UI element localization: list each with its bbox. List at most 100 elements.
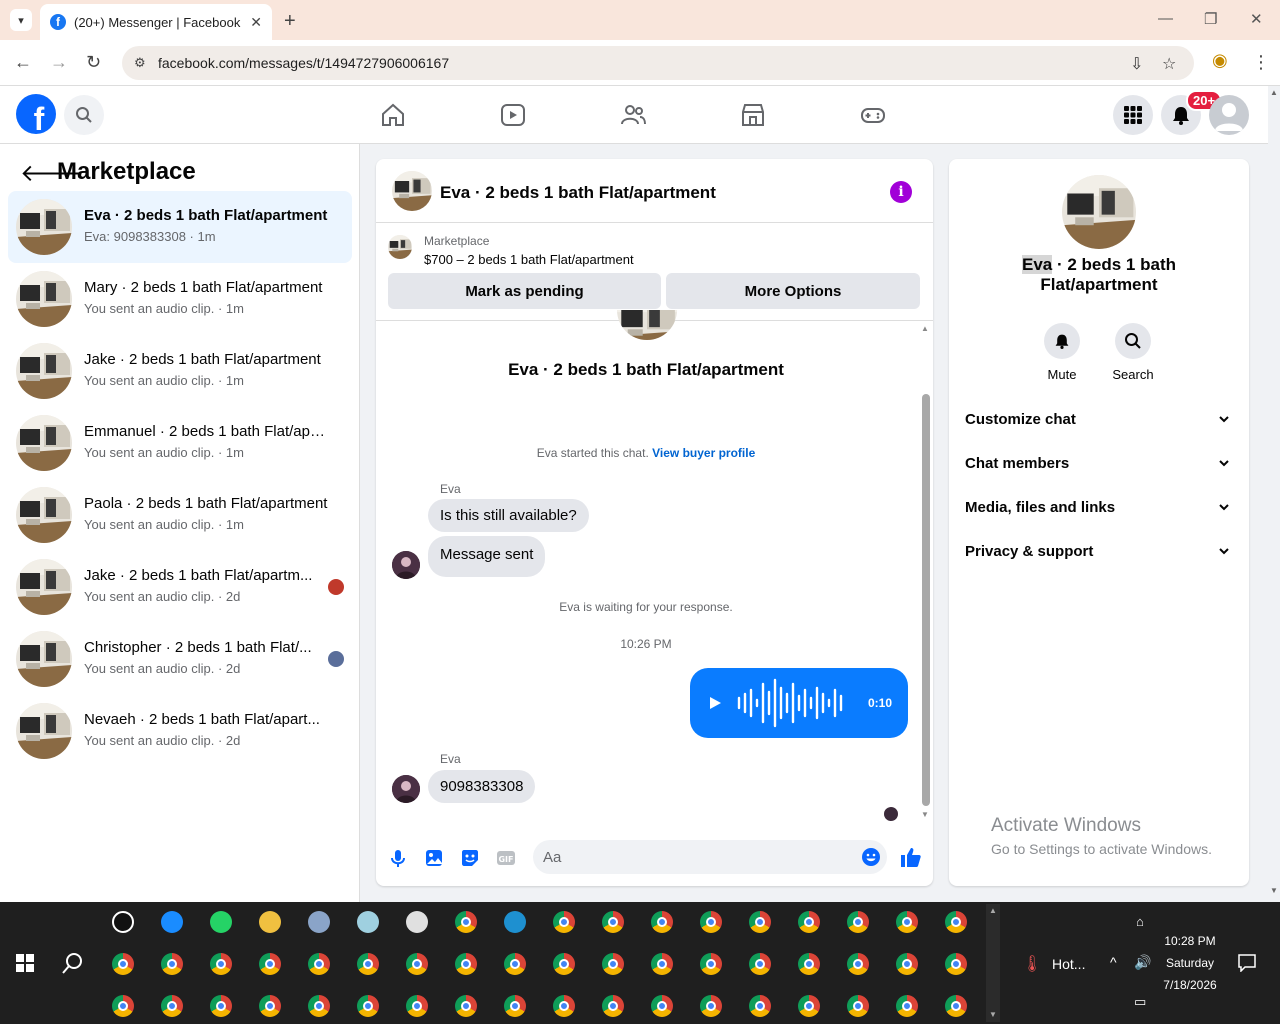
conversation-item[interactable]: Paola · 2 beds 1 bath Flat/apartment You …	[8, 479, 352, 551]
message-bubble[interactable]: Is this still available?	[428, 499, 589, 532]
url-bar[interactable]: ⚙ facebook.com/messages/t/14947279060061…	[122, 46, 1194, 80]
chrome-profile-icon[interactable]	[602, 911, 624, 933]
weather-text[interactable]: Hot...	[1052, 956, 1085, 972]
chrome-profile-icon[interactable]	[651, 911, 673, 933]
gif-icon[interactable]: GIF	[496, 848, 516, 868]
marketplace-icon[interactable]	[740, 102, 766, 128]
show-hidden-icons[interactable]: ^	[1110, 954, 1117, 970]
conversation-item[interactable]: Jake · 2 beds 1 bath Flat/apartment You s…	[8, 335, 352, 407]
conversation-item[interactable]: Jake · 2 beds 1 bath Flat/apartm... You s…	[8, 551, 352, 623]
chrome-profile-icon[interactable]	[406, 995, 428, 1017]
more-options-button[interactable]: More Options	[666, 273, 920, 309]
chrome-profile-icon[interactable]	[602, 953, 624, 975]
info-section-row[interactable]: Customize chat	[965, 411, 1233, 435]
chrome-profile-icon[interactable]	[749, 995, 771, 1017]
message-input[interactable]	[533, 840, 887, 874]
menu-grid-icon[interactable]	[1113, 95, 1153, 135]
chrome-profile-icon[interactable]	[700, 953, 722, 975]
chat-title[interactable]: Eva · 2 beds 1 bath Flat/apartment	[440, 183, 716, 203]
view-buyer-profile-link[interactable]: View buyer profile	[652, 446, 755, 460]
search-icon[interactable]	[62, 952, 84, 974]
close-window-icon[interactable]: ✕	[1250, 10, 1263, 28]
friends-icon[interactable]	[620, 102, 646, 128]
chrome-profile-icon[interactable]	[798, 995, 820, 1017]
eva-avatar[interactable]	[392, 551, 420, 579]
clock-day[interactable]: Saturday	[1156, 956, 1224, 970]
audio-clip-message[interactable]: 0:10	[690, 668, 908, 738]
chrome-profile-icon[interactable]	[357, 995, 379, 1017]
chrome-profile-icon[interactable]	[259, 953, 281, 975]
chrome-profile-icon[interactable]	[112, 995, 134, 1017]
mark-as-pending-button[interactable]: Mark as pending	[388, 273, 661, 309]
listing-small-thumbnail[interactable]	[388, 235, 412, 259]
notification-center-icon[interactable]	[1238, 954, 1256, 972]
forward-icon[interactable]: →	[50, 52, 68, 73]
play-icon[interactable]	[708, 696, 722, 710]
photo-icon[interactable]	[424, 848, 444, 868]
gaming-icon[interactable]	[860, 102, 886, 128]
chrome-profile-icon[interactable]	[945, 911, 967, 933]
listing-thumbnail[interactable]	[392, 171, 432, 211]
facebook-logo-icon[interactable]: f	[16, 94, 56, 134]
clock-time[interactable]: 10:28 PM	[1156, 934, 1224, 948]
paint-icon[interactable]	[406, 911, 428, 933]
conversation-item[interactable]: Mary · 2 beds 1 bath Flat/apartment You s…	[8, 263, 352, 335]
chrome-profile-icon[interactable]	[847, 911, 869, 933]
site-info-icon[interactable]: ⚙	[134, 55, 146, 71]
listing-photo[interactable]	[1062, 175, 1136, 249]
back-icon[interactable]: ←	[14, 52, 32, 73]
taskbar-scrollbar[interactable]: ▲ ▼	[986, 904, 1000, 1022]
conversation-item[interactable]: Nevaeh · 2 beds 1 bath Flat/apart... You …	[8, 695, 352, 767]
video-icon[interactable]	[500, 102, 526, 128]
chrome-profile-icon[interactable]	[700, 911, 722, 933]
eva-avatar[interactable]	[392, 775, 420, 803]
conversation-item[interactable]: Christopher · 2 beds 1 bath Flat/... You …	[8, 623, 352, 695]
chrome-profile-icon[interactable]	[259, 995, 281, 1017]
network-icon[interactable]: ▭	[1134, 994, 1146, 1010]
chrome-profile-icon[interactable]	[210, 995, 232, 1017]
info-icon[interactable]: i	[890, 181, 912, 203]
chrome-profile-icon[interactable]	[553, 953, 575, 975]
reload-icon[interactable]: ↻	[86, 52, 101, 73]
clock-date[interactable]: 7/18/2026	[1156, 978, 1224, 992]
bookmark-star-icon[interactable]: ☆	[1162, 54, 1176, 74]
microphone-icon[interactable]	[388, 848, 408, 868]
search-icon[interactable]	[1115, 323, 1151, 359]
chrome-profile-icon[interactable]	[749, 953, 771, 975]
conversation-item[interactable]: Eva · 2 beds 1 bath Flat/apartment Eva: 9…	[8, 191, 352, 263]
app-icon[interactable]	[308, 911, 330, 933]
scrollbar-thumb[interactable]	[922, 394, 930, 806]
chrome-profile-icon[interactable]	[161, 953, 183, 975]
chrome-profile-icon[interactable]	[602, 995, 624, 1017]
chrome-profile-icon[interactable]	[798, 953, 820, 975]
volume-icon[interactable]: 🔊	[1134, 954, 1151, 971]
chrome-profile-icon[interactable]	[210, 953, 232, 975]
tiktok-icon[interactable]	[112, 911, 134, 933]
chrome-profile-icon[interactable]	[161, 995, 183, 1017]
conversation-item[interactable]: Emmanuel · 2 beds 1 bath Flat/apa... You …	[8, 407, 352, 479]
chrome-icon[interactable]	[455, 911, 477, 933]
search-icon[interactable]	[64, 95, 104, 135]
windows-start-icon[interactable]	[16, 954, 34, 972]
like-thumb-icon[interactable]	[900, 846, 922, 868]
restore-icon[interactable]: ❐	[1204, 10, 1217, 28]
chrome-profile-icon[interactable]	[798, 911, 820, 933]
sticker-icon[interactable]	[460, 848, 480, 868]
chrome-profile-icon[interactable]	[504, 995, 526, 1017]
chrome-profile-icon[interactable]	[700, 995, 722, 1017]
chrome-profile-icon[interactable]	[945, 995, 967, 1017]
profile-icon[interactable]: ◉	[1212, 50, 1228, 71]
notes-icon[interactable]	[357, 911, 379, 933]
chrome-profile-icon[interactable]	[308, 995, 330, 1017]
search-action[interactable]: Search	[1097, 323, 1169, 382]
minimize-icon[interactable]: —	[1158, 10, 1173, 27]
info-section-row[interactable]: Chat members	[965, 455, 1233, 479]
chrome-profile-icon[interactable]	[896, 911, 918, 933]
meet-now-icon[interactable]: ⌂	[1136, 914, 1144, 929]
install-app-icon[interactable]: ⇩	[1130, 54, 1143, 74]
message-bubble[interactable]: Message sent	[428, 536, 546, 577]
info-section-row[interactable]: Privacy & support	[965, 543, 1233, 567]
edge-icon[interactable]	[504, 911, 526, 933]
chrome-profile-icon[interactable]	[651, 953, 673, 975]
account-avatar[interactable]	[1209, 95, 1249, 135]
